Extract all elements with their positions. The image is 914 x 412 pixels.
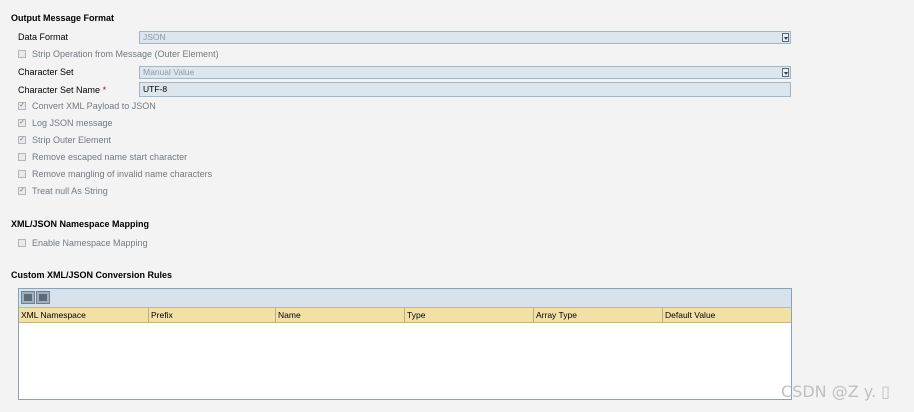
- character-set-name-value: UTF-8: [143, 84, 168, 94]
- column-header[interactable]: Type: [405, 308, 534, 322]
- option-label: Log JSON message: [32, 118, 113, 128]
- character-set-name-input[interactable]: UTF-8: [139, 82, 791, 97]
- data-format-select[interactable]: JSON: [139, 31, 791, 44]
- strip-operation-checkbox[interactable]: [18, 50, 26, 58]
- option-label: Remove mangling of invalid name characte…: [32, 169, 213, 179]
- character-set-label: Character Set: [18, 67, 74, 77]
- required-marker: *: [102, 85, 107, 95]
- option-label: Remove escaped name start character: [32, 152, 188, 162]
- add-row-icon[interactable]: [21, 291, 35, 304]
- option-checkbox[interactable]: [18, 170, 26, 178]
- section-title-conversion-rules: Custom XML/JSON Conversion Rules: [11, 270, 173, 280]
- option-label: Convert XML Payload to JSON: [32, 101, 156, 111]
- dropdown-arrow-icon[interactable]: [782, 33, 789, 42]
- option-checkbox[interactable]: ✓: [18, 119, 26, 127]
- section-title-output-format: Output Message Format: [11, 13, 115, 23]
- column-header[interactable]: Default Value: [663, 308, 791, 322]
- column-header[interactable]: Prefix: [149, 308, 276, 322]
- character-set-select[interactable]: Manual Value: [139, 66, 791, 79]
- conversion-rules-table: XML Namespace Prefix Name Type Array Typ…: [18, 288, 792, 400]
- watermark: CSDN @Z y. ▯: [781, 382, 890, 401]
- table-header: XML Namespace Prefix Name Type Array Typ…: [19, 308, 791, 323]
- data-format-label: Data Format: [18, 32, 69, 42]
- column-header[interactable]: Array Type: [534, 308, 663, 322]
- character-set-value: Manual Value: [143, 67, 195, 77]
- option-label: Strip Outer Element: [32, 135, 112, 145]
- column-header[interactable]: Name: [276, 308, 405, 322]
- option-checkbox[interactable]: ✓: [18, 102, 26, 110]
- strip-operation-label: Strip Operation from Message (Outer Elem…: [32, 49, 219, 59]
- option-checkbox[interactable]: ✓: [18, 136, 26, 144]
- option-checkbox[interactable]: [18, 153, 26, 161]
- section-title-namespace-mapping: XML/JSON Namespace Mapping: [11, 219, 150, 229]
- enable-namespace-label: Enable Namespace Mapping: [32, 238, 148, 248]
- option-label: Treat null As String: [32, 186, 108, 196]
- option-checkbox[interactable]: ✓: [18, 187, 26, 195]
- table-toolbar: [19, 289, 791, 308]
- remove-row-icon[interactable]: [36, 291, 50, 304]
- column-header[interactable]: XML Namespace: [19, 308, 149, 322]
- data-format-value: JSON: [143, 32, 166, 42]
- enable-namespace-checkbox[interactable]: [18, 239, 26, 247]
- dropdown-arrow-icon[interactable]: [782, 68, 789, 77]
- character-set-name-label-wrap: Character Set Name *: [18, 85, 106, 95]
- character-set-name-label: Character Set Name: [18, 85, 101, 95]
